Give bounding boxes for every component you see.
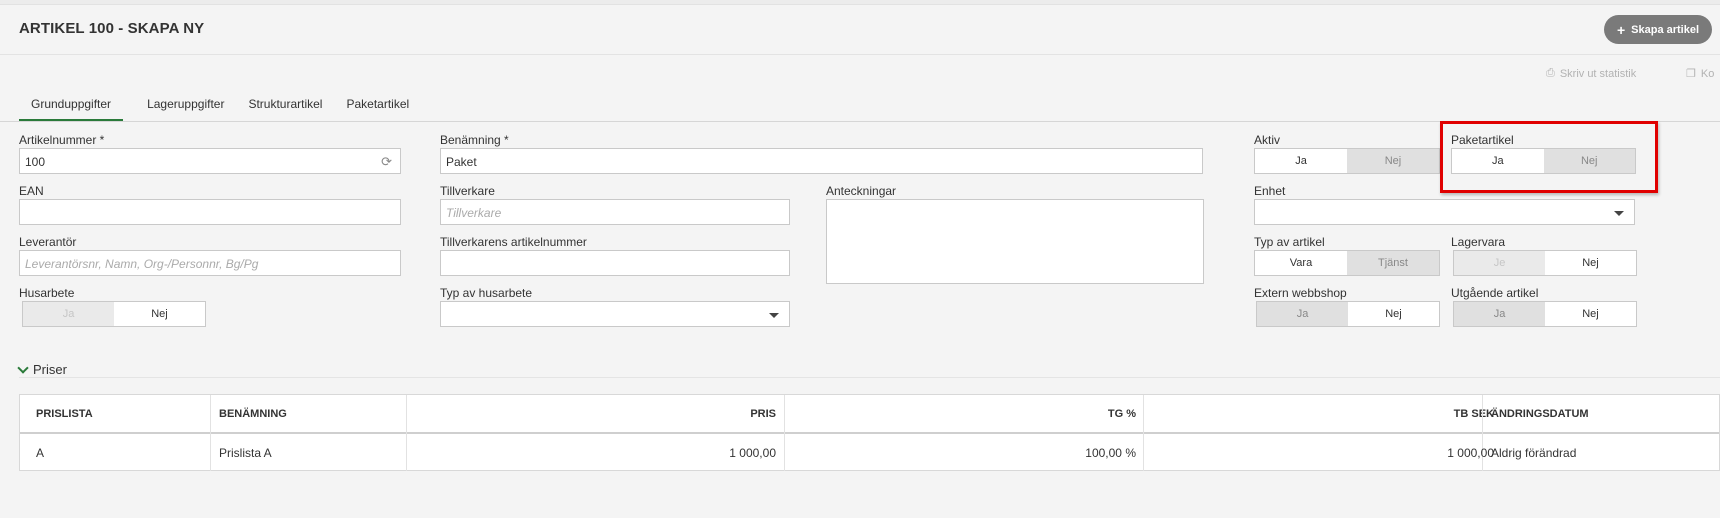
typ-av-artikel-label: Typ av artikel	[1254, 235, 1325, 249]
tab-lageruppgifter[interactable]: Lageruppgifter	[147, 97, 224, 121]
ean-label: EAN	[19, 184, 44, 198]
utgaende-artikel-no-option[interactable]: Nej	[1545, 302, 1636, 326]
print-statistics-label: Skriv ut statistik	[1559, 67, 1637, 80]
column-divider	[210, 395, 211, 471]
enhet-label: Enhet	[1254, 184, 1286, 198]
column-header-tb[interactable]: TB SEK	[1144, 395, 1494, 432]
aktiv-yes-option[interactable]: Ja	[1255, 149, 1347, 173]
tab-strukturartikel[interactable]: Strukturartikel	[248, 97, 322, 121]
husarbete-toggle: Ja Nej	[22, 301, 206, 327]
artikelnummer-value: 100	[25, 155, 46, 169]
copy-icon: ❐	[1686, 68, 1696, 80]
tab-grunduppgifter[interactable]: Grunduppgifter	[19, 97, 124, 121]
column-header-benamning[interactable]: BENÄMNING	[219, 395, 287, 432]
tillverkare-input[interactable]: Tillverkare	[440, 199, 790, 225]
tillverkarens-artikelnummer-label: Tillverkarens artikelnummer	[440, 235, 587, 249]
typ-av-artikel-vara-option[interactable]: Vara	[1255, 251, 1347, 275]
cell-prislista: A	[36, 445, 45, 460]
lagervara-no-option[interactable]: Nej	[1545, 251, 1636, 275]
aktiv-label: Aktiv	[1254, 133, 1281, 147]
husarbete-label: Husarbete	[19, 286, 75, 300]
husarbete-yes-option[interactable]: Ja	[23, 302, 114, 326]
benamning-label: Benämning *	[440, 133, 509, 147]
lagervara-yes-option[interactable]: Je	[1454, 251, 1545, 275]
highlight-box	[1440, 121, 1658, 193]
copy-link[interactable]: ❐ Ko	[1686, 67, 1715, 81]
cell-andringsdatum: Aldrig förändrad	[1491, 445, 1577, 460]
aktiv-no-option[interactable]: Nej	[1347, 149, 1439, 173]
cell-tg: 100,00 %	[1085, 445, 1136, 460]
benamning-input[interactable]: Paket	[440, 148, 1203, 174]
chevron-down-icon	[17, 361, 29, 374]
printer-icon: ⎙	[1546, 67, 1555, 79]
utgaende-artikel-toggle: Ja Nej	[1453, 301, 1637, 327]
tab-paketartikel[interactable]: Paketartikel	[346, 97, 409, 121]
dropdown-arrow-icon	[769, 313, 779, 318]
column-divider	[406, 395, 407, 471]
priser-section-toggle[interactable]: Priser	[17, 361, 67, 377]
tillverkare-label: Tillverkare	[440, 184, 495, 198]
extern-webbshop-no-option[interactable]: Nej	[1348, 302, 1439, 326]
header-divider	[0, 54, 1720, 55]
page-title: ARTIKEL 100 - SKAPA NY	[19, 20, 205, 37]
column-header-pris[interactable]: PRIS	[408, 395, 776, 432]
cell-pris: 1 000,00	[729, 445, 776, 460]
column-header-tg[interactable]: TG %	[784, 395, 1136, 432]
enhet-select[interactable]	[1254, 199, 1635, 225]
artikelnummer-input[interactable]: 100 ⟳	[19, 148, 401, 174]
utgaende-artikel-yes-option[interactable]: Ja	[1454, 302, 1545, 326]
dropdown-arrow-icon	[1614, 211, 1624, 216]
print-statistics-link[interactable]: ⎙ Skriv ut statistik	[1546, 67, 1636, 80]
artikelnummer-label: Artikelnummer *	[19, 133, 105, 147]
refresh-icon[interactable]: ⟳	[381, 154, 392, 170]
copy-label: Ko	[1700, 67, 1715, 80]
section-divider	[19, 377, 1720, 378]
typ-av-husarbete-label: Typ av husarbete	[440, 286, 533, 300]
aktiv-toggle: Ja Nej	[1254, 148, 1440, 174]
anteckningar-textarea[interactable]	[826, 199, 1204, 284]
lagervara-label: Lagervara	[1451, 235, 1506, 249]
column-header-andringsdatum[interactable]: ÄNDRINGSDATUM	[1491, 395, 1589, 432]
utgaende-artikel-label: Utgående artikel	[1451, 286, 1539, 300]
leverantor-input[interactable]: Leverantörsnr, Namn, Org-/Personnr, Bg/P…	[19, 250, 401, 276]
lagervara-toggle: Je Nej	[1453, 250, 1637, 276]
anteckningar-label: Anteckningar	[826, 184, 897, 198]
ean-input[interactable]	[19, 199, 401, 225]
extern-webbshop-toggle: Ja Nej	[1256, 301, 1440, 327]
cell-benamning: Prislista A	[219, 445, 272, 460]
extern-webbshop-yes-option[interactable]: Ja	[1257, 302, 1348, 326]
create-article-label: Skapa artikel	[1631, 23, 1700, 36]
extern-webbshop-label: Extern webbshop	[1254, 286, 1347, 300]
prices-table: PRISLISTA BENÄMNING PRIS TG % TB SEK ÄND…	[19, 394, 1720, 471]
leverantor-label: Leverantör	[19, 235, 77, 249]
priser-section-title: Priser	[33, 362, 67, 377]
typ-av-artikel-toggle: Vara Tjänst	[1254, 250, 1440, 276]
tillverkarens-artikelnummer-input[interactable]	[440, 250, 790, 276]
tab-bar: Grunduppgifter Lageruppgifter Strukturar…	[19, 97, 433, 121]
husarbete-no-option[interactable]: Nej	[114, 302, 205, 326]
cell-tb: 1 000,00	[1447, 445, 1494, 460]
top-bar	[0, 0, 1720, 5]
column-header-prislista[interactable]: PRISLISTA	[36, 395, 93, 432]
typ-av-husarbete-select[interactable]	[440, 301, 790, 327]
plus-icon: +	[1616, 21, 1626, 38]
create-article-button[interactable]: + Skapa artikel	[1604, 15, 1712, 44]
typ-av-artikel-tjanst-option[interactable]: Tjänst	[1347, 251, 1439, 275]
